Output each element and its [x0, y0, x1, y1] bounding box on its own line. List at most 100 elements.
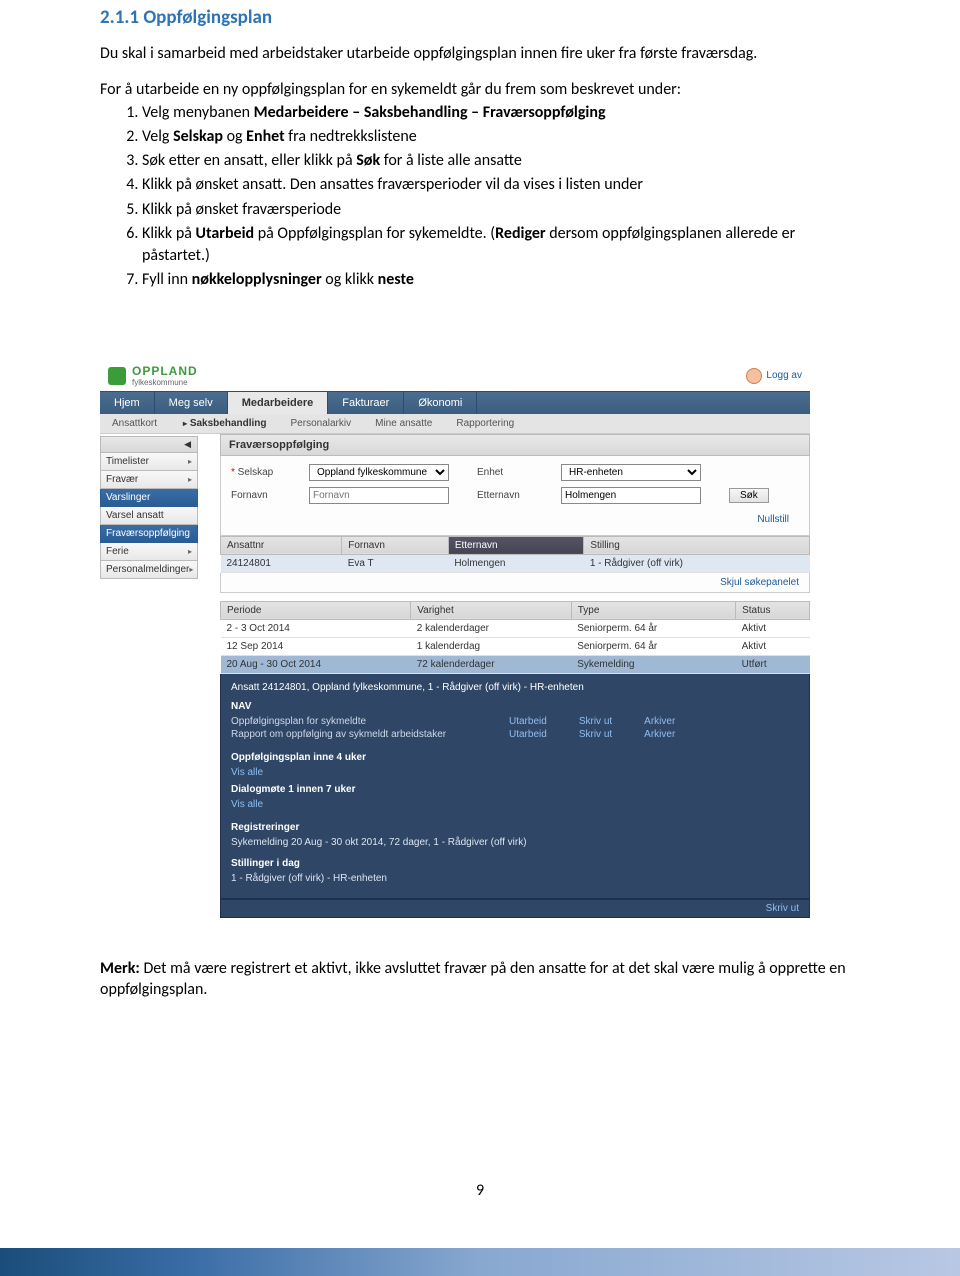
sidebar-item[interactable]: Varsel ansatt: [100, 507, 198, 525]
etternavn-label: Etternavn: [477, 490, 533, 501]
table-cell: Seniorperm. 64 år: [571, 619, 735, 637]
employee-table: AnsattnrFornavnEtternavnStilling 2412480…: [220, 536, 810, 573]
reg-text: Sykemelding 20 Aug - 30 okt 2014, 72 dag…: [231, 837, 799, 848]
column-header[interactable]: Fornavn: [342, 536, 449, 554]
still-text: 1 - Rådgiver (off virk) - HR-enheten: [231, 873, 799, 884]
enhet-select[interactable]: HR-enheten: [561, 464, 701, 481]
sub-tab[interactable]: Personalarkiv: [279, 414, 364, 433]
sidebar-item[interactable]: Timelister▸: [100, 453, 198, 471]
user-icon: [746, 368, 762, 384]
logout-link[interactable]: Logg av: [746, 368, 802, 384]
nav-section-label: NAV: [231, 701, 799, 712]
table-cell: Aktivt: [736, 637, 810, 655]
table-cell: Sykemelding: [571, 655, 735, 673]
sidebar-collapse[interactable]: ◀: [100, 436, 198, 453]
hide-panel-link[interactable]: Skjul søkepanelet: [720, 577, 799, 588]
sidebar-item[interactable]: Ferie▸: [100, 543, 198, 561]
nullstill-row: Nullstill: [231, 510, 799, 529]
nullstill-link[interactable]: Nullstill: [757, 514, 789, 525]
table-cell: 12 Sep 2014: [221, 637, 411, 655]
reg-label: Registreringer: [231, 822, 799, 833]
sidebar-item[interactable]: Fravær▸: [100, 471, 198, 489]
panel-title: Fraværsoppfølging: [220, 434, 810, 456]
hide-panel-row: Skjul søkepanelet: [220, 573, 810, 593]
detail-footer: Skriv ut: [220, 899, 810, 918]
logo-text: OPPLAND: [132, 364, 198, 378]
action-link[interactable]: Utarbeid: [509, 729, 547, 740]
action-link[interactable]: Skriv ut: [579, 716, 612, 727]
dialog7-label: Dialogmøte 1 innen 7 uker: [231, 784, 799, 795]
page-number: 9: [100, 1181, 860, 1200]
sidebar-item[interactable]: Fraværsoppfølging: [100, 525, 198, 543]
table-row[interactable]: 2 - 3 Oct 20142 kalenderdagerSeniorperm.…: [221, 619, 810, 637]
main-nav: HjemMeg selvMedarbeidereFakturaerØkonomi: [100, 391, 810, 414]
detail-row-label: Oppfølgingsplan for sykmeldte: [231, 716, 491, 727]
main-tab[interactable]: Fakturaer: [328, 392, 404, 414]
detail-panel: Ansatt 24124801, Oppland fylkeskommune, …: [220, 674, 810, 899]
column-header[interactable]: Etternavn: [448, 536, 584, 554]
action-link[interactable]: Skriv ut: [579, 729, 612, 740]
sub-tab[interactable]: Ansattkort: [100, 414, 169, 433]
etternavn-input[interactable]: [561, 487, 701, 504]
column-header[interactable]: Status: [736, 601, 810, 619]
action-link[interactable]: Arkiver: [644, 729, 675, 740]
show-all-link-2[interactable]: Vis alle: [231, 799, 799, 810]
logout-label: Logg av: [766, 370, 802, 381]
period-table: PeriodeVarighetTypeStatus 2 - 3 Oct 2014…: [220, 601, 810, 674]
column-header[interactable]: Ansattnr: [221, 536, 342, 554]
column-header[interactable]: Varighet: [411, 601, 571, 619]
note-label: Merk:: [100, 959, 140, 978]
main-panel: Fraværsoppfølging Selskap Oppland fylkes…: [198, 434, 810, 918]
print-link[interactable]: Skriv ut: [766, 903, 799, 914]
column-header[interactable]: Type: [571, 601, 735, 619]
search-panel: Selskap Oppland fylkeskommune Enhet HR-e…: [220, 456, 810, 536]
note-text: Merk: Det må være registrert et aktivt, …: [100, 958, 860, 1001]
table-cell: 20 Aug - 30 Oct 2014: [221, 655, 411, 673]
app-screenshot: OPPLAND fylkeskommune Logg av HjemMeg se…: [100, 361, 810, 918]
list-item: Velg menybanen Medarbeidere – Saksbehand…: [142, 102, 860, 124]
main-tab[interactable]: Meg selv: [155, 392, 228, 414]
steps-list: Velg menybanen Medarbeidere – Saksbehand…: [122, 102, 860, 291]
fornavn-label: Fornavn: [231, 490, 281, 501]
selskap-select[interactable]: Oppland fylkeskommune: [309, 464, 449, 481]
list-item: Klikk på Utarbeid på Oppfølgingsplan for…: [142, 223, 860, 267]
list-item: Klikk på ønsket ansatt. Den ansattes fra…: [142, 174, 860, 196]
fornavn-input[interactable]: [309, 487, 449, 504]
column-header[interactable]: Stilling: [584, 536, 810, 554]
action-link[interactable]: Arkiver: [644, 716, 675, 727]
selskap-label: Selskap: [231, 467, 281, 478]
sok-button[interactable]: Søk: [729, 488, 769, 503]
main-tab[interactable]: Medarbeidere: [228, 392, 329, 414]
sidebar-item[interactable]: Varslinger: [100, 489, 198, 507]
table-row[interactable]: 24124801Eva THolmengen1 - Rådgiver (off …: [221, 554, 810, 572]
show-all-link-1[interactable]: Vis alle: [231, 767, 799, 778]
column-header[interactable]: Periode: [221, 601, 411, 619]
sidebar: ◀ Timelister▸Fravær▸VarslingerVarsel ans…: [100, 434, 198, 918]
table-cell: 24124801: [221, 554, 342, 572]
plan4-label: Oppfølgingsplan inne 4 uker: [231, 752, 799, 763]
table-row[interactable]: 12 Sep 20141 kalenderdagSeniorperm. 64 å…: [221, 637, 810, 655]
list-item: Klikk på ønsket fraværsperiode: [142, 199, 860, 221]
list-item: Søk etter en ansatt, eller klikk på Søk …: [142, 150, 860, 172]
list-item: Velg Selskap og Enhet fra nedtrekksliste…: [142, 126, 860, 148]
action-link[interactable]: Utarbeid: [509, 716, 547, 727]
table-cell: Utført: [736, 655, 810, 673]
table-cell: Eva T: [342, 554, 449, 572]
main-tab[interactable]: Hjem: [100, 392, 155, 414]
sub-tab[interactable]: Rapportering: [444, 414, 526, 433]
logo-subtext: fylkeskommune: [132, 378, 198, 387]
table-row[interactable]: 20 Aug - 30 Oct 201472 kalenderdagerSyke…: [221, 655, 810, 673]
sidebar-item[interactable]: Personalmeldinger▸: [100, 561, 198, 579]
main-tab[interactable]: Økonomi: [404, 392, 477, 414]
logo-shield-icon: [108, 367, 126, 385]
table-cell: Holmengen: [448, 554, 584, 572]
table-cell: Seniorperm. 64 år: [571, 637, 735, 655]
sub-tab[interactable]: Mine ansatte: [363, 414, 444, 433]
lead-text: For å utarbeide en ny oppfølgingsplan fo…: [100, 79, 860, 101]
detail-header: Ansatt 24124801, Oppland fylkeskommune, …: [231, 682, 799, 693]
table-cell: Aktivt: [736, 619, 810, 637]
list-item: Fyll inn nøkkelopplysninger og klikk nes…: [142, 269, 860, 291]
intro-text: Du skal i samarbeid med arbeidstaker uta…: [100, 43, 860, 65]
page-footer-bar: [0, 1248, 960, 1276]
sub-tab[interactable]: ▸ Saksbehandling: [169, 414, 278, 433]
